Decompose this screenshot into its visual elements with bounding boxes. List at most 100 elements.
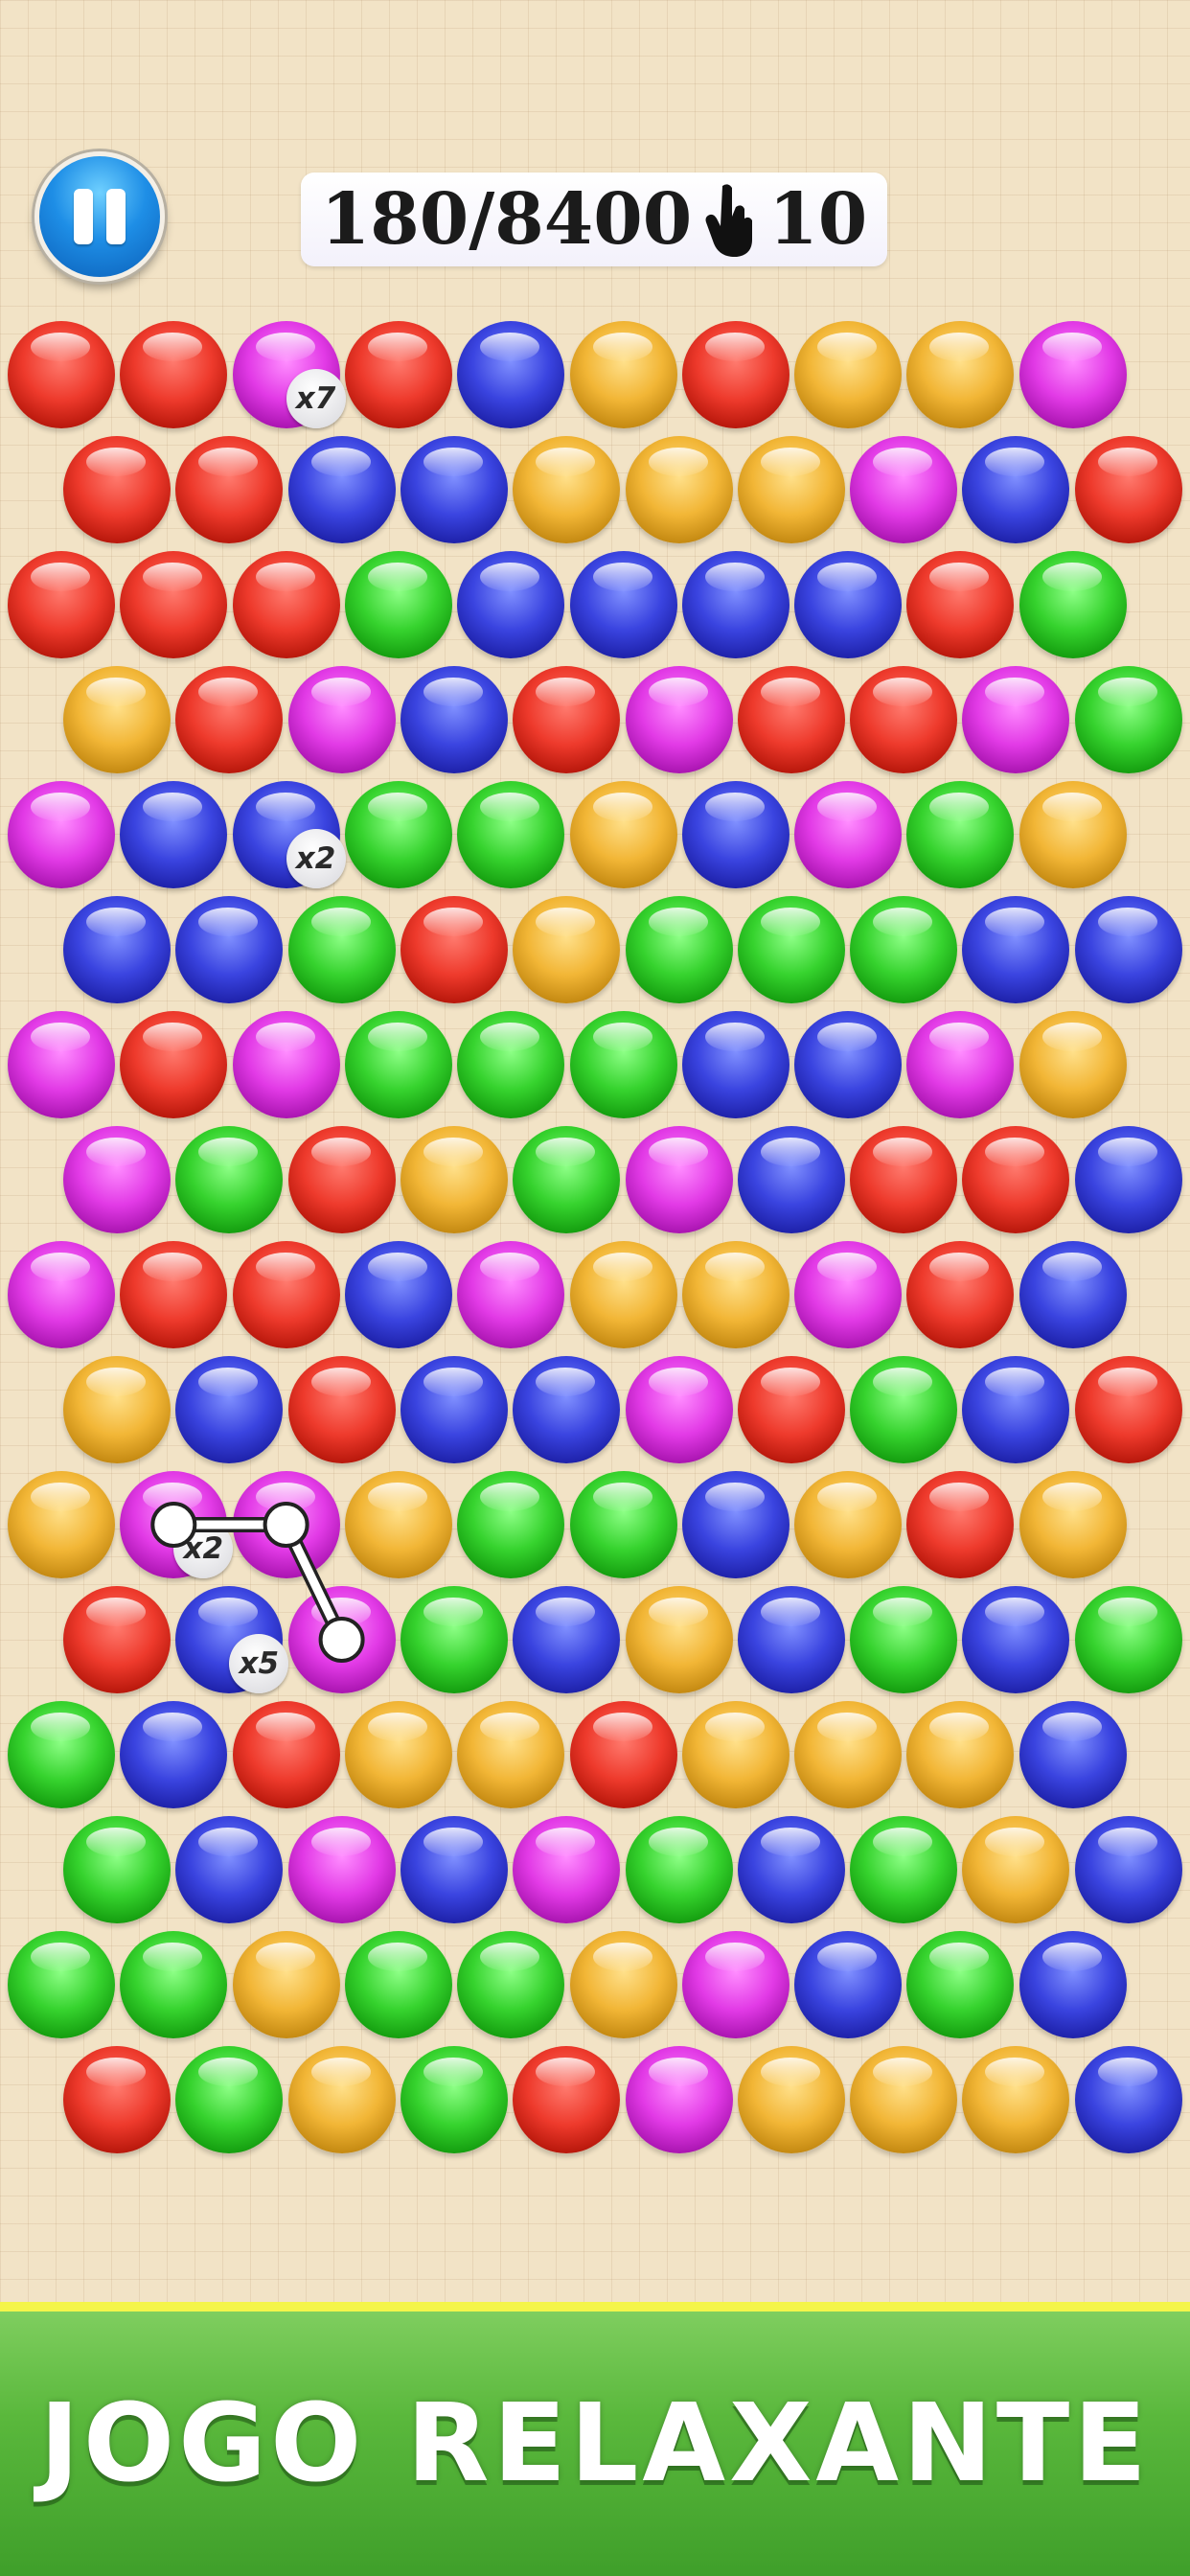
bubble-purple[interactable] — [287, 666, 396, 773]
bubble-yellow[interactable] — [850, 2046, 958, 2153]
bubble-green[interactable] — [287, 896, 396, 1003]
bubble-blue[interactable] — [794, 1011, 903, 1118]
bubble-green[interactable] — [344, 1011, 452, 1118]
bubble-yellow[interactable] — [1018, 1471, 1127, 1578]
bubble-green[interactable] — [175, 2046, 284, 2153]
bubble-red[interactable] — [232, 551, 340, 658]
bubble-purple[interactable] — [681, 1931, 790, 2038]
bubble-blue[interactable] — [1018, 1241, 1127, 1348]
bubble-blue[interactable] — [175, 1816, 284, 1923]
bubble-yellow[interactable] — [625, 436, 733, 543]
bubble-red[interactable] — [681, 321, 790, 428]
bubble-red[interactable] — [232, 1241, 340, 1348]
bubble-red[interactable] — [513, 2046, 621, 2153]
bubble-blue[interactable] — [175, 896, 284, 1003]
bubble-yellow[interactable] — [457, 1701, 565, 1808]
bubble-purple[interactable] — [906, 1011, 1015, 1118]
bubble-yellow[interactable] — [8, 1471, 115, 1578]
bubble-red[interactable] — [906, 551, 1015, 658]
bubble-red[interactable] — [513, 666, 621, 773]
bubble-blue[interactable] — [120, 1701, 228, 1808]
bubble-green[interactable] — [569, 1011, 677, 1118]
bubble-green[interactable] — [513, 1126, 621, 1233]
bubble-purple[interactable] — [1018, 321, 1127, 428]
bubble-green[interactable] — [1074, 666, 1182, 773]
bubble-red[interactable] — [850, 666, 958, 773]
bubble-blue[interactable] — [794, 551, 903, 658]
bubble-blue[interactable] — [400, 1356, 508, 1463]
bubble-red[interactable] — [1074, 1356, 1182, 1463]
bubble-blue[interactable] — [1018, 1931, 1127, 2038]
bubble-yellow[interactable] — [287, 2046, 396, 2153]
bubble-green[interactable] — [63, 1816, 171, 1923]
bubble-green[interactable] — [8, 1701, 115, 1808]
bubble-green[interactable] — [1018, 551, 1127, 658]
bubble-red[interactable] — [287, 1126, 396, 1233]
bubble-blue[interactable] — [63, 896, 171, 1003]
bubble-green[interactable] — [457, 781, 565, 888]
bubble-green[interactable] — [850, 1816, 958, 1923]
bubble-yellow[interactable] — [681, 1241, 790, 1348]
bubble-yellow[interactable] — [569, 321, 677, 428]
bubble-green[interactable] — [850, 1586, 958, 1693]
bubble-red[interactable] — [906, 1471, 1015, 1578]
bubble-green[interactable] — [344, 551, 452, 658]
bubble-green[interactable] — [175, 1126, 284, 1233]
bubble-yellow[interactable] — [400, 1126, 508, 1233]
bubble-red[interactable] — [63, 1586, 171, 1693]
bubble-blue[interactable] — [737, 1586, 845, 1693]
bubble-red[interactable] — [400, 896, 508, 1003]
bubble-red[interactable] — [175, 666, 284, 773]
bubble-purple[interactable] — [287, 1816, 396, 1923]
bubble-purple[interactable] — [625, 1126, 733, 1233]
bubble-red[interactable] — [120, 1241, 228, 1348]
bubble-red[interactable] — [63, 436, 171, 543]
bubble-blue[interactable] — [1074, 2046, 1182, 2153]
bubble-purple[interactable] — [8, 1011, 115, 1118]
bubble-blue[interactable] — [513, 1356, 621, 1463]
bubble-blue[interactable] — [737, 1816, 845, 1923]
bubble-blue[interactable] — [794, 1931, 903, 2038]
bubble-yellow[interactable] — [569, 781, 677, 888]
bubble-green[interactable] — [850, 1356, 958, 1463]
bubble-purple[interactable] — [287, 1586, 396, 1693]
bubble-purple[interactable] — [513, 1816, 621, 1923]
bubble-blue[interactable] — [681, 781, 790, 888]
bubble-purple[interactable] — [962, 666, 1070, 773]
bubble-blue[interactable] — [569, 551, 677, 658]
bubble-green[interactable] — [625, 896, 733, 1003]
bubble-red[interactable] — [850, 1126, 958, 1233]
bubble-blue[interactable] — [737, 1126, 845, 1233]
bubble-blue[interactable] — [681, 1011, 790, 1118]
bubble-blue[interactable] — [1074, 1126, 1182, 1233]
bubble-red[interactable] — [906, 1241, 1015, 1348]
bubble-yellow[interactable] — [1018, 1011, 1127, 1118]
bubble-red[interactable] — [120, 321, 228, 428]
bubble-purple[interactable] — [8, 1241, 115, 1348]
bubble-yellow[interactable] — [906, 321, 1015, 428]
bubble-green[interactable] — [8, 1931, 115, 2038]
bubble-green[interactable] — [457, 1011, 565, 1118]
bubble-green[interactable] — [400, 1586, 508, 1693]
bubble-yellow[interactable] — [569, 1241, 677, 1348]
bubble-blue[interactable] — [1074, 896, 1182, 1003]
bubble-yellow[interactable] — [737, 436, 845, 543]
bubble-blue[interactable] — [287, 436, 396, 543]
bubble-blue[interactable] — [681, 1471, 790, 1578]
bubble-blue[interactable] — [175, 1356, 284, 1463]
bubble-blue[interactable] — [457, 551, 565, 658]
bubble-green[interactable] — [850, 896, 958, 1003]
bubble-red[interactable] — [344, 321, 452, 428]
bubble-red[interactable] — [287, 1356, 396, 1463]
bubble-yellow[interactable] — [794, 321, 903, 428]
bubble-purple[interactable] — [457, 1241, 565, 1348]
bubble-yellow[interactable] — [962, 1816, 1070, 1923]
bubble-purple[interactable] — [232, 1011, 340, 1118]
bubble-red[interactable] — [737, 1356, 845, 1463]
bubble-yellow[interactable] — [232, 1931, 340, 2038]
bubble-blue[interactable] — [681, 551, 790, 658]
bubble-purple[interactable] — [625, 666, 733, 773]
bubble-yellow[interactable] — [513, 896, 621, 1003]
bubble-blue[interactable] — [400, 1816, 508, 1923]
bubble-blue[interactable] — [1018, 1701, 1127, 1808]
